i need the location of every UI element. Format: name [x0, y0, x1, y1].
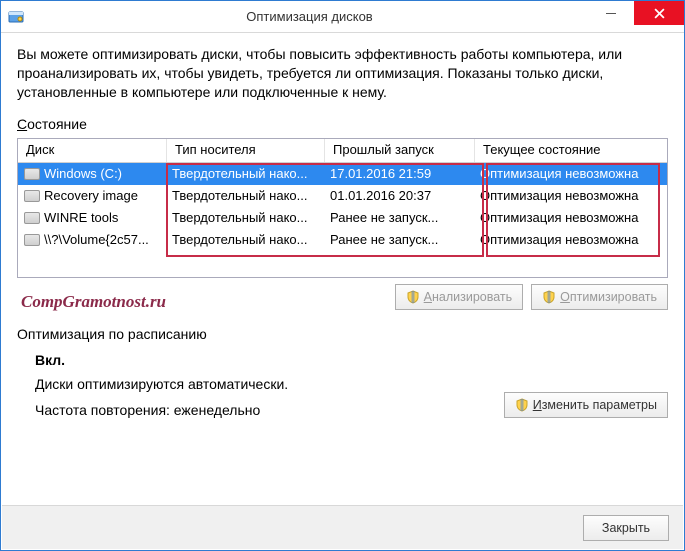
col-disk[interactable]: Диск: [18, 139, 166, 162]
col-media[interactable]: Тип носителя: [166, 139, 324, 162]
drive-state: Оптимизация невозможна: [474, 210, 662, 225]
close-icon: [654, 8, 665, 19]
schedule-auto: Диски оптимизируются автоматически.: [35, 376, 668, 392]
col-last[interactable]: Прошлый запуск: [324, 139, 474, 162]
table-row[interactable]: \\?\Volume{2c57... Твердотельный нако...…: [18, 229, 667, 251]
schedule-on: Вкл.: [35, 352, 668, 368]
drive-last: Ранее не запуск...: [324, 210, 474, 225]
drive-name: WINRE tools: [44, 210, 118, 225]
status-label: Состояние: [17, 116, 668, 132]
drive-last: Ранее не запуск...: [324, 232, 474, 247]
shield-icon: [406, 290, 420, 304]
titlebar[interactable]: Оптимизация дисков: [1, 1, 684, 33]
optimize-button[interactable]: Оптимизировать: [531, 284, 668, 310]
table-row[interactable]: Recovery image Твердотельный нако... 01.…: [18, 185, 667, 207]
drive-icon: [24, 212, 40, 224]
drive-icon: [24, 234, 40, 246]
close-button[interactable]: [634, 1, 684, 25]
drive-state: Оптимизация невозможна: [474, 166, 662, 181]
analyze-button[interactable]: Анализировать: [395, 284, 524, 310]
window-title: Оптимизация дисков: [31, 9, 588, 24]
drive-media: Твердотельный нако...: [166, 210, 324, 225]
drive-icon: [24, 168, 40, 180]
shield-icon: [542, 290, 556, 304]
col-state[interactable]: Текущее состояние: [474, 139, 662, 162]
drive-last: 01.01.2016 20:37: [324, 188, 474, 203]
description-text: Вы можете оптимизировать диски, чтобы по…: [17, 45, 668, 102]
schedule-freq: Частота повторения: еженедельно: [35, 402, 668, 418]
drive-name: \\?\Volume{2c57...: [44, 232, 149, 247]
dialog-footer: Закрыть: [2, 505, 683, 549]
content-area: Вы можете оптимизировать диски, чтобы по…: [1, 33, 684, 442]
app-icon: [7, 8, 25, 26]
window: Оптимизация дисков Вы можете оптимизиров…: [0, 0, 685, 551]
minimize-icon: [606, 13, 616, 14]
table-row[interactable]: Windows (C:) Твердотельный нако... 17.01…: [18, 163, 667, 185]
minimize-button[interactable]: [588, 1, 634, 25]
drive-media: Твердотельный нако...: [166, 166, 324, 181]
drive-state: Оптимизация невозможна: [474, 232, 662, 247]
column-headers: Диск Тип носителя Прошлый запуск Текущее…: [18, 139, 667, 163]
drives-list[interactable]: Диск Тип носителя Прошлый запуск Текущее…: [17, 138, 668, 278]
schedule-body: Вкл. Диски оптимизируются автоматически.…: [17, 352, 668, 418]
drive-media: Твердотельный нако...: [166, 188, 324, 203]
drive-name: Recovery image: [44, 188, 138, 203]
table-row[interactable]: WINRE tools Твердотельный нако... Ранее …: [18, 207, 667, 229]
drive-state: Оптимизация невозможна: [474, 188, 662, 203]
drive-last: 17.01.2016 21:59: [324, 166, 474, 181]
drive-icon: [24, 190, 40, 202]
window-buttons: [588, 1, 684, 32]
close-dialog-button[interactable]: Закрыть: [583, 515, 669, 541]
drive-name: Windows (C:): [44, 166, 122, 181]
drive-media: Твердотельный нако...: [166, 232, 324, 247]
schedule-title: Оптимизация по расписанию: [17, 326, 668, 342]
